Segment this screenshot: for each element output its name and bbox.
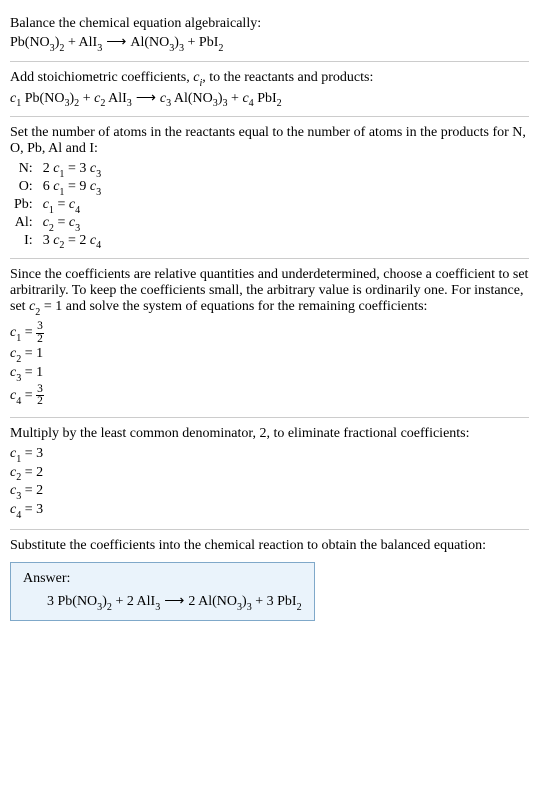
ci-symbol: ci bbox=[193, 70, 202, 85]
section-integer: Multiply by the least common denominator… bbox=[10, 418, 529, 530]
heading-post: , to the reactants and products: bbox=[202, 70, 373, 85]
table-row: Pb: c1 = c4 bbox=[10, 197, 105, 215]
element-label: O: bbox=[10, 179, 39, 197]
answer-label: Answer: bbox=[23, 571, 302, 587]
atom-balance-table: N: 2 c1 = 3 c3 O: 6 c1 = 9 c3 Pb: c1 = c… bbox=[10, 161, 105, 250]
section-answer: Substitute the coefficients into the che… bbox=[10, 530, 529, 629]
heading-atom-balance: Set the number of atoms in the reactants… bbox=[10, 125, 529, 157]
section-solve: Since the coefficients are relative quan… bbox=[10, 259, 529, 417]
section-atom-balance: Set the number of atoms in the reactants… bbox=[10, 117, 529, 259]
integer-coefficients: c1 = 3 c2 = 2 c3 = 2 c4 = 3 bbox=[10, 446, 529, 520]
equation-with-coeffs: c1 Pb(NO3)2 + c2 AlI3⟶c3 Al(NO3)3 + c4 P… bbox=[10, 90, 529, 109]
coeff-c2: c2 = 2 bbox=[10, 465, 529, 483]
element-label: Al: bbox=[10, 215, 39, 233]
balanced-equation: 3 Pb(NO3)2 + 2 AlI3⟶2 Al(NO3)3 + 3 PbI2 bbox=[23, 593, 302, 612]
element-equation: 2 c1 = 3 c3 bbox=[39, 161, 105, 179]
element-equation: c2 = c3 bbox=[39, 215, 105, 233]
element-label: Pb: bbox=[10, 197, 39, 215]
frac-den: 2 bbox=[36, 396, 44, 407]
frac-num: 3 bbox=[36, 321, 44, 333]
coeff-c2: c2 = 1 bbox=[10, 346, 529, 364]
heading-problem: Balance the chemical equation algebraica… bbox=[10, 16, 529, 32]
coeff-c1: c1 = 32 bbox=[10, 321, 529, 345]
section-coefficients: Add stoichiometric coefficients, ci, to … bbox=[10, 62, 529, 118]
equation-unbalanced: Pb(NO3)2 + AlI3⟶Al(NO3)3 + PbI2 bbox=[10, 34, 529, 53]
answer-box: Answer: 3 Pb(NO3)2 + 2 AlI3⟶2 Al(NO3)3 +… bbox=[10, 562, 315, 621]
coeff-c1: c1 = 3 bbox=[10, 446, 529, 464]
element-equation: c1 = c4 bbox=[39, 197, 105, 215]
coeff-c3: c3 = 2 bbox=[10, 483, 529, 501]
table-row: I: 3 c2 = 2 c4 bbox=[10, 233, 105, 251]
element-label: N: bbox=[10, 161, 39, 179]
heading-answer: Substitute the coefficients into the che… bbox=[10, 538, 529, 554]
heading-pre: Add stoichiometric coefficients, bbox=[10, 70, 193, 85]
section-problem: Balance the chemical equation algebraica… bbox=[10, 8, 529, 62]
coeff-c4: c4 = 3 bbox=[10, 502, 529, 520]
heading-solve: Since the coefficients are relative quan… bbox=[10, 267, 529, 317]
table-row: O: 6 c1 = 9 c3 bbox=[10, 179, 105, 197]
frac-den: 2 bbox=[36, 334, 44, 345]
heading-integer: Multiply by the least common denominator… bbox=[10, 426, 529, 442]
coeff-c4: c4 = 32 bbox=[10, 384, 529, 408]
element-equation: 6 c1 = 9 c3 bbox=[39, 179, 105, 197]
fractional-coefficients: c1 = 32 c2 = 1 c3 = 1 c4 = 32 bbox=[10, 321, 529, 408]
coeff-c3: c3 = 1 bbox=[10, 365, 529, 383]
heading-coefficients: Add stoichiometric coefficients, ci, to … bbox=[10, 70, 529, 88]
table-row: Al: c2 = c3 bbox=[10, 215, 105, 233]
element-equation: 3 c2 = 2 c4 bbox=[39, 233, 105, 251]
element-label: I: bbox=[10, 233, 39, 251]
table-row: N: 2 c1 = 3 c3 bbox=[10, 161, 105, 179]
